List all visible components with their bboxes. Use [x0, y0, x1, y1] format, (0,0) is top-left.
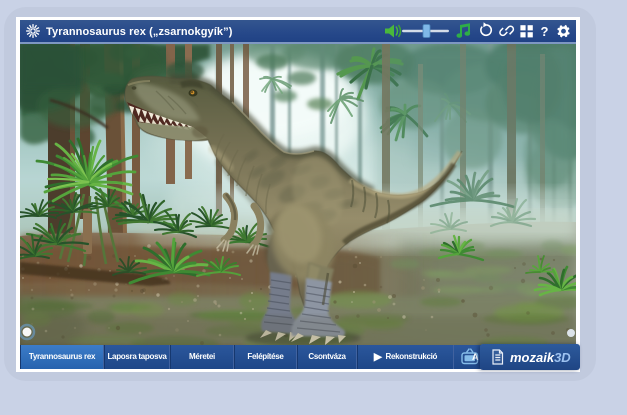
svg-text:?: ?	[541, 24, 549, 39]
svg-text:mozaik3D: mozaik3D	[510, 350, 571, 365]
